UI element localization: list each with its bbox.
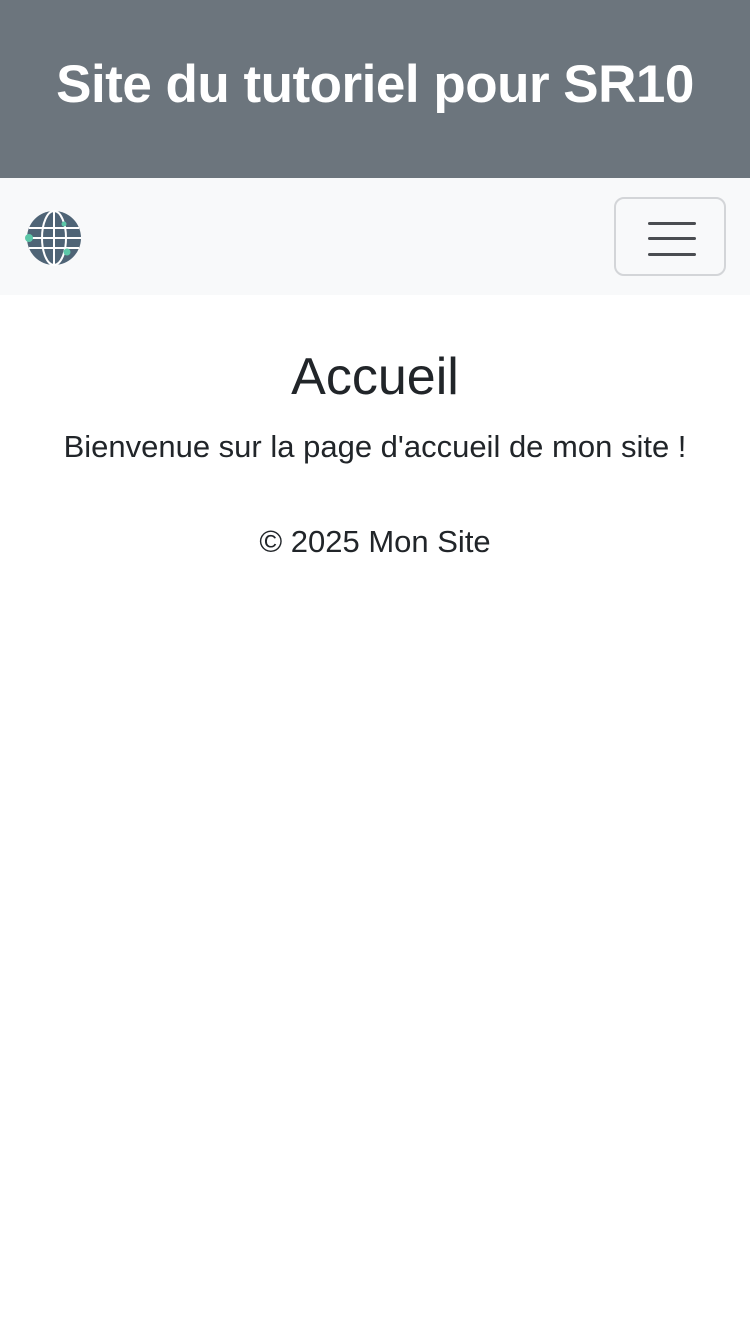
page-heading: Accueil: [291, 348, 459, 406]
main-content: Accueil Bienvenue sur la page d'accueil …: [0, 295, 750, 466]
globe-icon: [25, 210, 81, 266]
footer-copyright: © 2025 Mon Site: [259, 524, 491, 559]
navbar: [0, 178, 750, 295]
site-title: Site du tutoriel pour SR10: [56, 54, 694, 114]
footer: © 2025 Mon Site: [0, 523, 750, 561]
hamburger-menu-icon: [648, 222, 696, 256]
globe-logo-link[interactable]: [24, 208, 84, 268]
welcome-text: Bienvenue sur la page d'accueil de mon s…: [63, 429, 687, 464]
site-header: Site du tutoriel pour SR10: [0, 0, 750, 178]
navbar-toggle-button[interactable]: [614, 197, 726, 276]
